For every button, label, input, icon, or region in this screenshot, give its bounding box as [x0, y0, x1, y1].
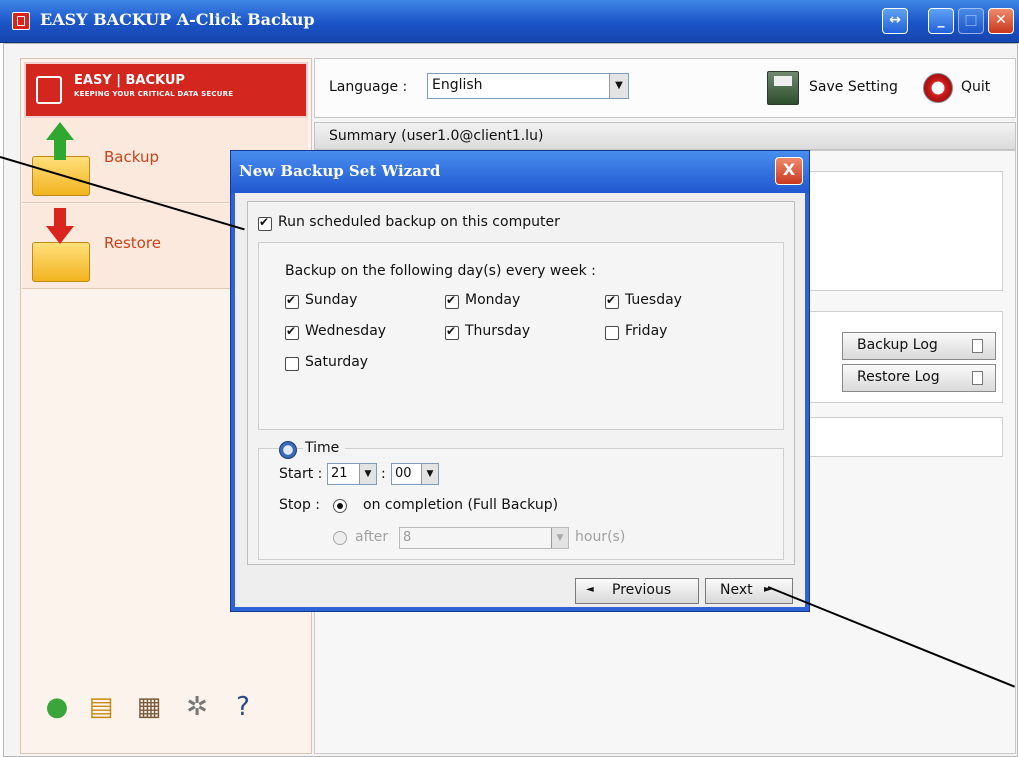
stop-after-radio[interactable] [333, 531, 347, 545]
resize-icon[interactable]: ↔ [882, 8, 908, 34]
language-select[interactable]: English ▼ [427, 73, 629, 99]
time-separator: : [381, 466, 386, 482]
document-icon [972, 371, 983, 385]
saturday-checkbox[interactable] [285, 357, 299, 371]
restore-log-button[interactable]: Restore Log [842, 364, 996, 392]
wednesday-label: Wednesday [305, 323, 387, 339]
sunday-label: Sunday [305, 292, 358, 308]
user-icon[interactable]: ● [40, 690, 74, 724]
backup-log-label: Backup Log [857, 337, 938, 353]
previous-button[interactable]: ◄ Previous [575, 578, 699, 604]
help-icon[interactable]: ? [226, 690, 260, 724]
logo-brand: EASY | BACKUP [74, 73, 185, 88]
days-heading: Backup on the following day(s) every wee… [285, 263, 596, 279]
chevron-down-icon[interactable]: ▼ [551, 528, 568, 548]
summary-header: Summary (user1.0@client1.lu) [314, 122, 1016, 150]
up-arrow-stem [54, 138, 66, 160]
wednesday-checkbox[interactable] [285, 324, 299, 340]
stop-after-label: after [355, 529, 389, 545]
window-title: EASY BACKUP A-Click Backup [40, 10, 315, 29]
logo-tagline: KEEPING YOUR CRITICAL DATA SECURE [74, 90, 234, 98]
time-legend: Time [303, 440, 346, 456]
close-window-button[interactable]: ✕ [988, 8, 1014, 34]
next-label: Next [720, 582, 753, 598]
sidebar-item-label: Backup [104, 148, 159, 166]
start-label: Start : [279, 466, 323, 482]
calendar-edit-icon[interactable]: ▦ [132, 690, 166, 724]
restore-folder-icon [32, 242, 90, 282]
chevron-down-icon[interactable]: ▼ [359, 464, 376, 484]
tuesday-label: Tuesday [625, 292, 682, 308]
document-icon [972, 339, 983, 353]
previous-label: Previous [612, 582, 672, 598]
down-arrow-icon [46, 226, 74, 244]
language-label: Language : [329, 79, 408, 95]
start-minute-value: 00 [395, 466, 412, 481]
friday-label: Friday [625, 323, 668, 339]
thursday-checkbox[interactable] [445, 324, 459, 340]
top-toolbar: Language : English ▼ Save Setting Quit [314, 58, 1016, 118]
run-scheduled-checkbox[interactable] [258, 215, 272, 231]
days-group: Backup on the following day(s) every wee… [258, 242, 784, 430]
monday-label: Monday [465, 292, 521, 308]
stop-on-completion-label: on completion (Full Backup) [363, 497, 559, 513]
quit-icon[interactable] [923, 73, 953, 103]
app-icon [12, 12, 30, 30]
report-icon[interactable]: ▤ [84, 690, 118, 724]
stop-after-value: 8 [403, 530, 412, 545]
backup-log-button[interactable]: Backup Log [842, 332, 996, 360]
maximize-button[interactable]: □ [958, 8, 984, 34]
stop-on-completion-radio[interactable] [333, 499, 347, 513]
monday-checkbox[interactable] [445, 293, 459, 309]
start-hour-select[interactable]: 21 ▼ [327, 463, 377, 485]
save-setting-button[interactable]: Save Setting [809, 79, 898, 95]
stop-label: Stop : [279, 497, 320, 513]
stop-after-unit: hour(s) [575, 529, 626, 545]
window-title-bar: EASY BACKUP A-Click Backup ↔ _ □ ✕ [0, 0, 1019, 43]
summary-title: Summary (user1.0@client1.lu) [329, 128, 544, 144]
minimize-button[interactable]: _ [928, 8, 954, 34]
clock-icon [279, 441, 297, 459]
gear-icon[interactable]: ✲ [180, 690, 214, 724]
friday-checkbox[interactable] [605, 326, 619, 340]
logo-icon [36, 76, 62, 104]
chevron-down-icon[interactable]: ▼ [609, 74, 628, 98]
brand-logo: EASY | BACKUP KEEPING YOUR CRITICAL DATA… [24, 62, 308, 118]
start-hour-value: 21 [331, 466, 348, 481]
time-group: Time Start : 21 ▼ : 00 ▼ Stop : on compl… [258, 440, 784, 560]
wizard-page: Run scheduled backup on this computer Ba… [247, 201, 795, 565]
summary-panel [805, 171, 1003, 291]
dialog-title-bar: New Backup Set Wizard X [231, 151, 809, 193]
run-scheduled-label: Run scheduled backup on this computer [278, 214, 560, 230]
tuesday-checkbox[interactable] [605, 293, 619, 309]
down-arrow-stem [54, 208, 66, 228]
sunday-checkbox[interactable] [285, 293, 299, 309]
sidebar-item-label: Restore [104, 234, 161, 252]
log-panel: Backup Log Restore Log [805, 311, 1003, 403]
stop-after-hours-select[interactable]: 8 ▼ [399, 527, 569, 549]
quit-button[interactable]: Quit [961, 79, 990, 95]
language-value: English [432, 77, 483, 93]
dialog-body: Run scheduled backup on this computer Ba… [235, 193, 805, 607]
saturday-label: Saturday [305, 354, 369, 370]
thursday-label: Thursday [465, 323, 531, 339]
backup-wizard-dialog: New Backup Set Wizard X Run scheduled ba… [230, 150, 810, 612]
start-minute-select[interactable]: 00 ▼ [391, 463, 439, 485]
status-panel [805, 417, 1003, 457]
dialog-title: New Backup Set Wizard [239, 162, 441, 180]
save-icon[interactable] [767, 71, 799, 105]
close-dialog-button[interactable]: X [775, 157, 803, 185]
left-arrow-icon: ◄ [586, 584, 594, 595]
restore-log-label: Restore Log [857, 369, 940, 385]
chevron-down-icon[interactable]: ▼ [421, 464, 438, 484]
